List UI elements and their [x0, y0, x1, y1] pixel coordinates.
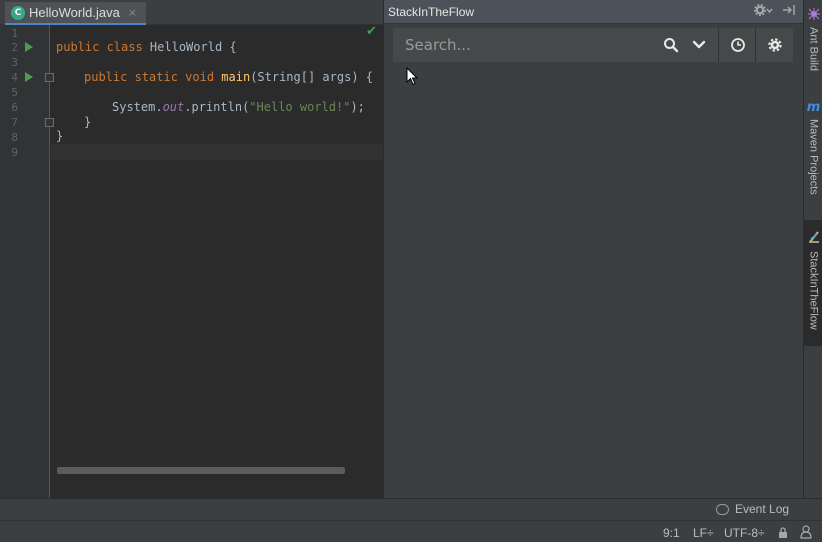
- lock-icon[interactable]: [778, 527, 788, 541]
- line-separator[interactable]: LF÷: [693, 526, 714, 540]
- file-encoding[interactable]: UTF-8÷: [724, 526, 765, 540]
- code-line: System.out.println("Hello world!");: [112, 100, 365, 114]
- code-line: }: [84, 115, 92, 129]
- code-line: public static void main(String[] args) {: [84, 70, 374, 84]
- line-number: 8: [11, 131, 18, 144]
- current-line-highlight: [51, 144, 383, 160]
- search-input[interactable]: [393, 28, 653, 62]
- tab-ant-build[interactable]: Ant Build: [804, 8, 822, 82]
- caret-position[interactable]: 9:1: [663, 526, 680, 540]
- chevron-down-icon[interactable]: [686, 28, 712, 62]
- code-line: }: [56, 129, 64, 143]
- search-bar: [393, 28, 793, 62]
- panel-title: StackInTheFlow: [388, 5, 475, 19]
- line-number: 6: [11, 101, 18, 114]
- tab-label: Ant Build: [807, 27, 820, 72]
- right-tool-strip: Ant Build m Maven Projects StackInTheFlo…: [803, 0, 822, 498]
- horizontal-scrollbar[interactable]: [57, 467, 345, 474]
- line-number: 1: [11, 27, 18, 40]
- gear-icon[interactable]: [754, 3, 774, 21]
- check-icon: ✔: [366, 24, 377, 39]
- close-icon[interactable]: ×: [128, 6, 137, 19]
- line-number: 7: [11, 116, 18, 129]
- event-log-button[interactable]: Event Log: [716, 502, 789, 516]
- hide-panel-icon[interactable]: [782, 3, 796, 21]
- search-icon[interactable]: [658, 28, 684, 62]
- line-number: 5: [11, 86, 18, 99]
- stackintheflow-panel: StackInTheFlow: [383, 0, 804, 498]
- divider: [0, 498, 822, 499]
- tab-label: StackInTheFlow: [807, 251, 820, 330]
- stackintheflow-icon: [808, 230, 820, 247]
- editor-tab-bar: C HelloWorld.java ×: [0, 0, 383, 25]
- tab-label: Maven Projects: [807, 119, 820, 195]
- gear-icon[interactable]: [760, 28, 790, 62]
- line-number: 2: [11, 41, 18, 54]
- editor-pane[interactable]: C HelloWorld.java × 1 2 3 4 5 6 7 8 9 pu…: [0, 0, 383, 498]
- event-log-label: Event Log: [735, 502, 790, 516]
- separator: [755, 28, 756, 62]
- line-number: 3: [11, 56, 18, 69]
- run-icon[interactable]: [25, 42, 33, 52]
- line-number: 4: [11, 71, 18, 84]
- ant-icon: [807, 8, 820, 23]
- code-line: public class HelloWorld {: [56, 40, 237, 54]
- event-log-icon: [716, 503, 729, 515]
- line-gutter[interactable]: 1 2 3 4 5 6 7 8 9: [0, 25, 54, 498]
- tab-maven-projects[interactable]: m Maven Projects: [804, 100, 822, 208]
- status-bar: 9:1 LF÷ UTF-8÷: [0, 520, 822, 542]
- line-number: 9: [11, 146, 18, 159]
- inspector-icon[interactable]: [800, 525, 812, 542]
- mouse-cursor-icon: [406, 67, 418, 86]
- history-icon[interactable]: [723, 28, 753, 62]
- code-area[interactable]: public class HelloWorld { public static …: [51, 25, 383, 498]
- maven-icon: m: [806, 100, 821, 115]
- run-icon[interactable]: [25, 72, 33, 82]
- java-class-icon: C: [11, 5, 25, 20]
- tab-helloworld[interactable]: C HelloWorld.java ×: [5, 2, 146, 25]
- tab-label: HelloWorld.java: [29, 5, 120, 20]
- tab-stackintheflow[interactable]: StackInTheFlow: [804, 220, 822, 346]
- panel-header: StackInTheFlow: [384, 0, 804, 24]
- separator: [718, 28, 719, 62]
